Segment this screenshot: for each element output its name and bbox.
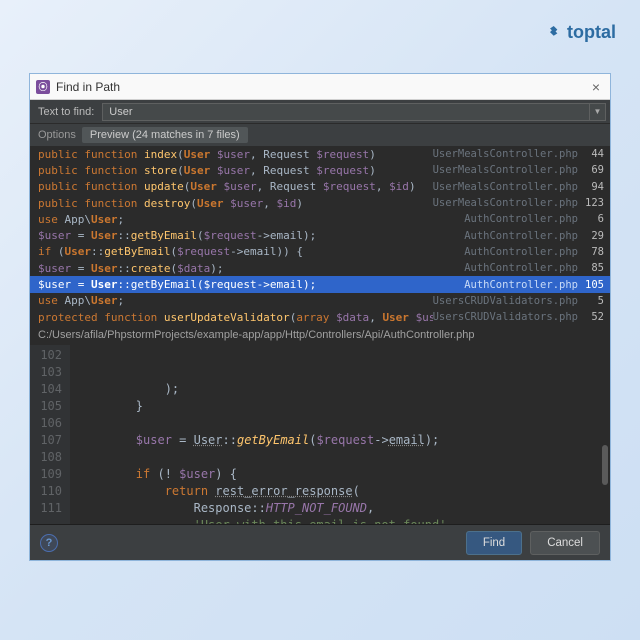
result-file: UserMealsController.php xyxy=(433,148,578,160)
result-file: UserMealsController.php xyxy=(433,181,578,193)
result-line: 69 xyxy=(582,164,604,176)
result-file: UsersCRUDValidators.php xyxy=(433,295,578,307)
result-line: 6 xyxy=(582,213,604,225)
result-row[interactable]: $user = User::getByEmail($request->email… xyxy=(30,227,610,243)
editor-preview[interactable]: 102103104105106107108109110111 ); } $use… xyxy=(30,345,610,524)
result-line: 52 xyxy=(582,311,604,323)
dialog-footer: ? Find Cancel xyxy=(30,524,610,560)
search-input[interactable] xyxy=(102,103,590,121)
selected-file-path: C:/Users/afila/PhpstormProjects/example-… xyxy=(30,325,610,345)
scrollbar-thumb[interactable] xyxy=(602,445,608,485)
app-icon: ⦿ xyxy=(36,80,50,94)
options-label[interactable]: Options xyxy=(38,129,76,141)
titlebar[interactable]: ⦿ Find in Path × xyxy=(30,74,610,100)
find-row: Text to find: ▼ xyxy=(30,100,610,124)
brand-icon xyxy=(547,25,563,41)
result-row[interactable]: protected function userUpdateValidator(a… xyxy=(30,309,610,325)
result-row[interactable]: $user = User::create($data);AuthControll… xyxy=(30,260,610,276)
find-button[interactable]: Find xyxy=(466,531,522,555)
result-line: 85 xyxy=(582,262,604,274)
result-line: 123 xyxy=(582,197,604,209)
result-row[interactable]: use App\User;AuthController.php6 xyxy=(30,211,610,227)
preview-tab[interactable]: Preview (24 matches in 7 files) xyxy=(82,127,248,143)
result-file: AuthController.php xyxy=(464,213,578,225)
options-row: Options Preview (24 matches in 7 files) xyxy=(30,124,610,146)
result-file: AuthController.php xyxy=(464,230,578,242)
find-in-path-dialog: ⦿ Find in Path × Text to find: ▼ Options… xyxy=(29,73,611,561)
result-line: 78 xyxy=(582,246,604,258)
result-row[interactable]: public function update(User $user, Reque… xyxy=(30,179,610,195)
result-file: UserMealsController.php xyxy=(433,164,578,176)
chevron-down-icon[interactable]: ▼ xyxy=(590,103,606,121)
gutter: 102103104105106107108109110111 xyxy=(30,345,70,524)
result-line: 44 xyxy=(582,148,604,160)
result-row[interactable]: public function destroy(User $user, $id)… xyxy=(30,195,610,211)
result-row[interactable]: public function index(User $user, Reques… xyxy=(30,146,610,162)
dialog-title: Find in Path xyxy=(56,80,120,94)
cancel-button[interactable]: Cancel xyxy=(530,531,600,555)
brand-text: toptal xyxy=(567,22,616,43)
result-row[interactable]: if (User::getByEmail($request->email)) {… xyxy=(30,244,610,260)
result-line: 5 xyxy=(582,295,604,307)
result-row[interactable]: $user = User::getByEmail($request->email… xyxy=(30,276,610,292)
help-button[interactable]: ? xyxy=(40,534,58,552)
result-file: AuthController.php xyxy=(464,262,578,274)
result-row[interactable]: use App\User;UsersCRUDValidators.php5 xyxy=(30,293,610,309)
close-icon[interactable]: × xyxy=(588,79,604,95)
result-line: 29 xyxy=(582,230,604,242)
find-label: Text to find: xyxy=(38,106,94,118)
code-body[interactable]: ); } $user = User::getByEmail($request->… xyxy=(70,345,610,524)
result-file: AuthController.php xyxy=(464,279,578,291)
result-file: AuthController.php xyxy=(464,246,578,258)
brand-logo: toptal xyxy=(547,22,616,43)
results-list[interactable]: public function index(User $user, Reques… xyxy=(30,146,610,325)
result-file: UsersCRUDValidators.php xyxy=(433,311,578,323)
result-file: UserMealsController.php xyxy=(433,197,578,209)
result-line: 105 xyxy=(582,279,604,291)
result-row[interactable]: public function store(User $user, Reques… xyxy=(30,162,610,178)
result-line: 94 xyxy=(582,181,604,193)
